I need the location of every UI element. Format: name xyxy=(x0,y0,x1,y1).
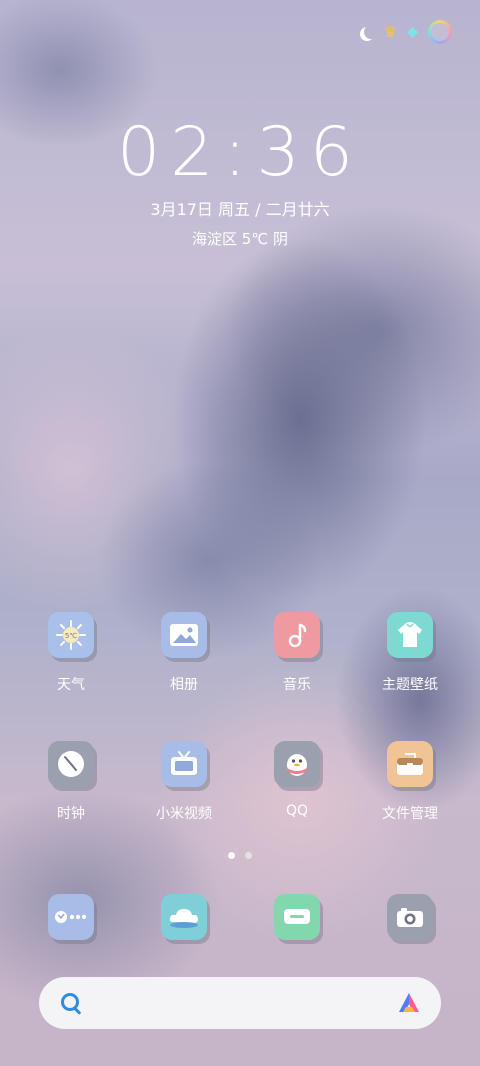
app-label: 音乐 xyxy=(283,677,311,693)
app-themes[interactable]: 主题壁纸 xyxy=(360,612,460,694)
date-text[interactable]: 3月17日 周五 / 二月廿六 xyxy=(0,196,480,220)
search-icon[interactable] xyxy=(61,993,79,1011)
app-label: 相册 xyxy=(170,677,198,693)
app-label: 时钟 xyxy=(57,806,85,822)
music-icon xyxy=(274,612,320,658)
weather-icon-badge: 5℃ xyxy=(65,632,77,640)
gallery-icon xyxy=(161,612,207,658)
clock-icon xyxy=(48,741,94,787)
app-clock[interactable]: 时钟 xyxy=(21,741,121,823)
app-weather[interactable]: 5℃ 天气 xyxy=(21,612,121,694)
app-files[interactable]: 文件管理 xyxy=(360,741,460,823)
weather-text[interactable]: 海淀区 5℃ 阴 xyxy=(0,228,480,249)
assistant-icon[interactable] xyxy=(397,991,421,1015)
video-icon xyxy=(161,741,207,787)
theme-ring-icon xyxy=(428,20,452,44)
crown-icon: ♛ xyxy=(383,22,398,41)
phone-icon xyxy=(48,894,94,940)
page-indicator xyxy=(228,852,252,859)
home-screen: ♛ ◆ 02:36 3月17日 周五 / 二月廿六 海淀区 5℃ 阴 5℃ 天气 xyxy=(0,0,480,1066)
dock-messages[interactable] xyxy=(247,894,347,940)
clock-time[interactable]: 02:36 xyxy=(0,116,480,190)
app-music[interactable]: 音乐 xyxy=(247,612,347,694)
page-dot[interactable] xyxy=(245,852,252,859)
app-label: 主题壁纸 xyxy=(382,677,438,693)
gem-icon: ◆ xyxy=(407,24,418,40)
search-bar[interactable] xyxy=(39,977,441,1029)
dock-phone[interactable] xyxy=(21,894,121,940)
message-icon xyxy=(274,894,320,940)
moon-icon xyxy=(364,25,378,39)
page-dot-active[interactable] xyxy=(228,852,235,859)
app-qq[interactable]: QQ xyxy=(247,741,347,819)
qq-icon xyxy=(274,741,320,787)
dock-browser[interactable] xyxy=(134,894,234,940)
app-label: QQ xyxy=(285,803,309,819)
app-video[interactable]: 小米视频 xyxy=(134,741,234,823)
browser-icon xyxy=(161,894,207,940)
dock-camera[interactable] xyxy=(360,894,460,940)
camera-icon xyxy=(387,894,433,940)
app-label: 文件管理 xyxy=(382,806,438,822)
status-bar: ♛ ◆ xyxy=(360,20,452,44)
folder-icon xyxy=(387,741,433,787)
app-gallery[interactable]: 相册 xyxy=(134,612,234,694)
app-label: 天气 xyxy=(57,677,85,693)
theme-icon xyxy=(387,612,433,658)
app-label: 小米视频 xyxy=(156,806,212,822)
weather-icon: 5℃ xyxy=(48,612,94,658)
